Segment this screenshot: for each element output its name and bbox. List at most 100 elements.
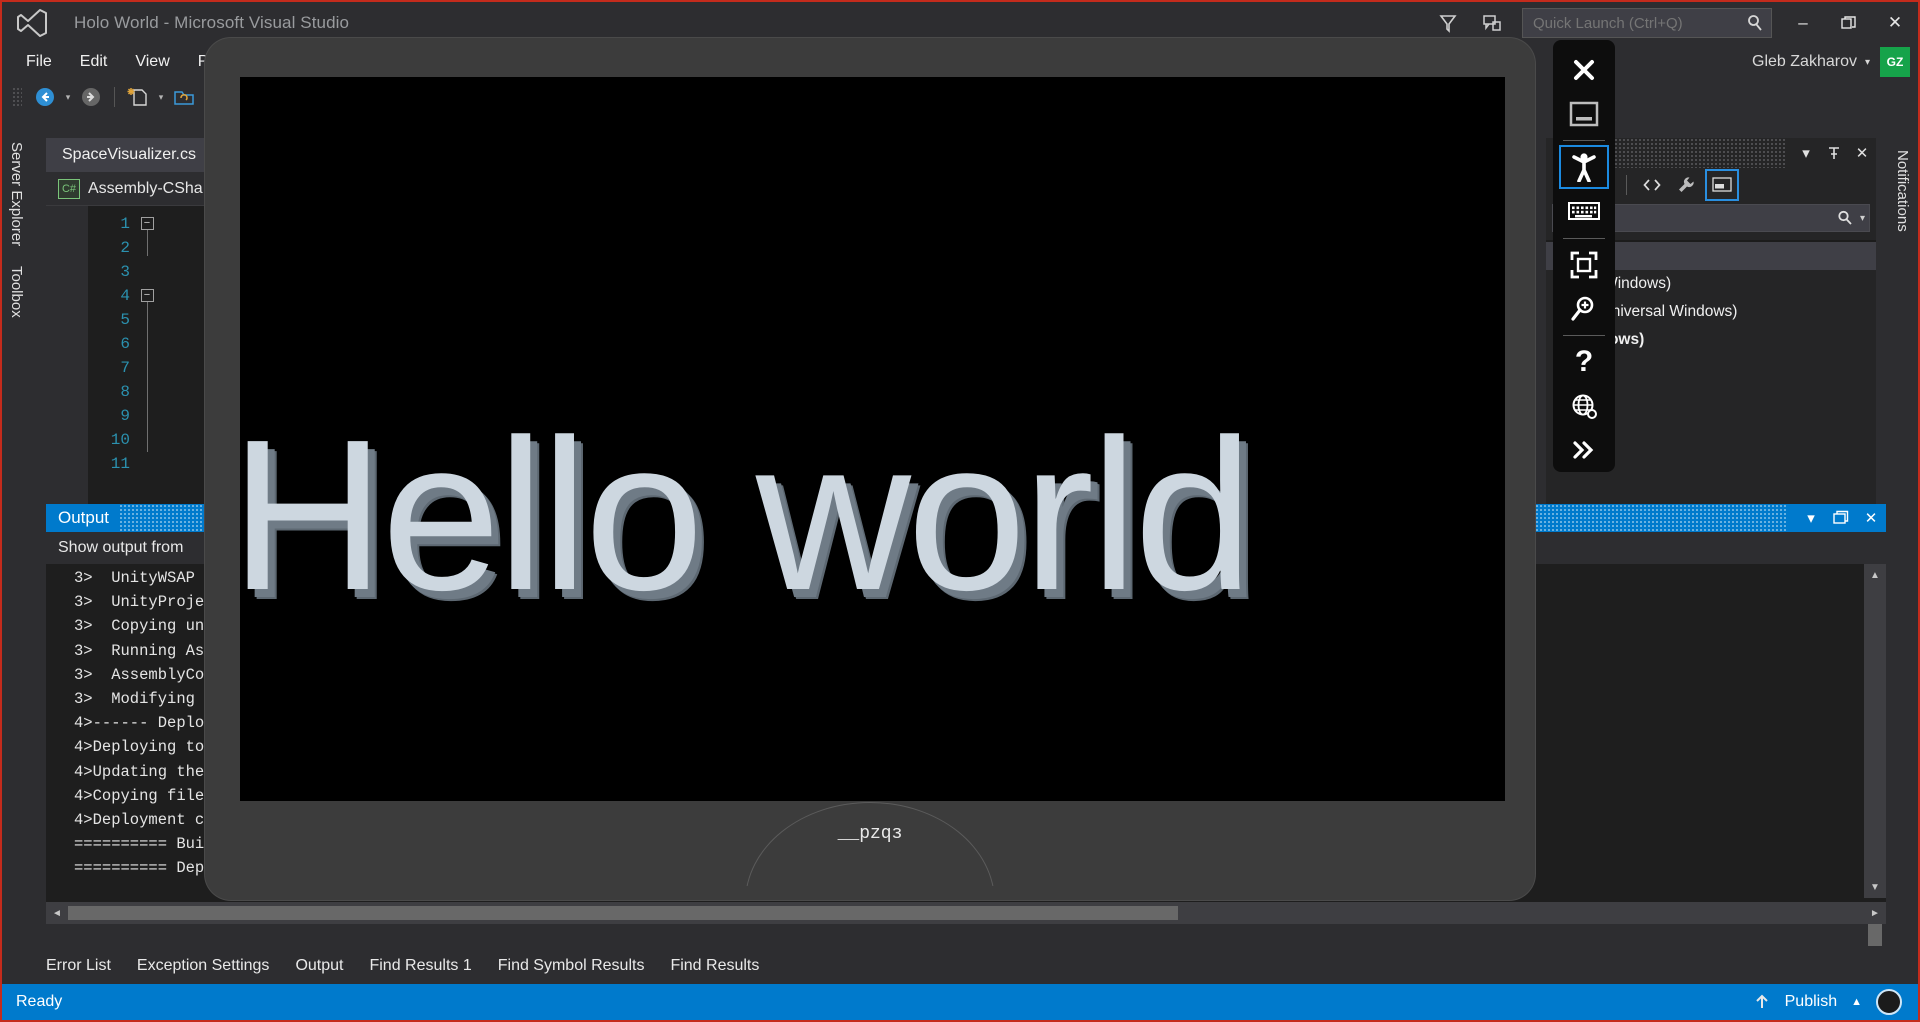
fullscreen-icon[interactable] <box>1559 243 1609 287</box>
more-chevrons-icon[interactable] <box>1559 428 1609 472</box>
publish-label[interactable]: Publish <box>1785 993 1837 1011</box>
toolbar-grip[interactable] <box>12 87 22 107</box>
editor-indicator-margin <box>46 206 88 504</box>
back-dropdown-caret[interactable]: ▾ <box>60 83 76 111</box>
tab-find-results[interactable]: Find Results <box>670 957 759 975</box>
document-tab-spacevisualizer[interactable]: SpaceVisualizer.cs <box>46 138 212 172</box>
status-bar: Ready Publish ▲ <box>2 984 1918 1020</box>
line-number: 4 <box>88 284 136 308</box>
minimize-window-icon[interactable] <box>1559 92 1609 136</box>
bottom-tab-strip: Error List Exception Settings Output Fin… <box>2 948 1918 984</box>
line-number-gutter: 1 2 3 4 5 6 7 8 9 10 11 <box>88 206 136 504</box>
publish-caret-icon[interactable]: ▲ <box>1851 996 1862 1008</box>
arrow-up-icon <box>1753 993 1771 1011</box>
view-code-icon[interactable] <box>1637 171 1667 199</box>
navigate-forward-icon[interactable] <box>76 83 106 111</box>
right-tool-rail: Notifications <box>1890 142 1916 240</box>
pin-icon[interactable] <box>1820 138 1848 168</box>
window-title: Holo World - Microsoft Visual Studio <box>74 13 349 33</box>
status-indicator-circle[interactable] <box>1876 989 1902 1015</box>
new-item-icon[interactable] <box>123 83 153 111</box>
divider <box>1563 335 1605 336</box>
chevron-down-icon[interactable]: ▾ <box>1796 504 1826 532</box>
output-horizontal-scrollbar[interactable]: ◄ ► <box>46 902 1886 924</box>
status-text: Ready <box>16 993 62 1011</box>
emulator-hello-world-text: Hello world <box>230 407 1535 622</box>
magnifier-icon[interactable] <box>1836 209 1854 227</box>
scroll-right-arrow-icon[interactable]: ► <box>1864 902 1886 924</box>
search-options-caret[interactable]: ▾ <box>1860 213 1865 224</box>
scrollbar-track[interactable] <box>68 902 1864 924</box>
sidebar-item-toolbox[interactable]: Toolbox <box>4 256 29 328</box>
preview-selected-items-icon[interactable] <box>1705 169 1739 201</box>
line-number: 8 <box>88 380 136 404</box>
globe-settings-icon[interactable] <box>1559 384 1609 428</box>
chevron-down-icon[interactable]: ▾ <box>1865 57 1870 68</box>
hololens-emulator-window[interactable]: Hello world __pzqз <box>205 38 1535 900</box>
accessibility-overlay-toolbar: ? <box>1553 40 1615 472</box>
properties-wrench-icon[interactable] <box>1671 171 1701 199</box>
status-bar-right: Publish ▲ <box>1753 989 1908 1015</box>
sidebar-item-notifications[interactable]: Notifications <box>1890 142 1915 240</box>
visual-studio-logo-icon <box>12 3 52 43</box>
left-tool-rail: Server Explorer Toolbox <box>4 132 30 492</box>
toolbar-separator <box>114 87 115 107</box>
emulator-arc-shape <box>745 802 995 886</box>
accessibility-person-icon[interactable] <box>1559 145 1609 189</box>
scroll-left-arrow-icon[interactable]: ◄ <box>46 902 68 924</box>
close-icon[interactable]: ✕ <box>1856 504 1886 532</box>
restore-button[interactable] <box>1826 2 1872 44</box>
tab-output[interactable]: Output <box>295 957 343 975</box>
line-number: 10 <box>88 428 136 452</box>
tab-find-results-1[interactable]: Find Results 1 <box>369 957 471 975</box>
line-number: 5 <box>88 308 136 332</box>
divider <box>1563 140 1605 141</box>
quick-launch-box[interactable] <box>1522 8 1772 38</box>
emulator-device-label: __pzqз <box>838 824 903 844</box>
magnifier-icon <box>1745 13 1765 33</box>
fold-toggle-icon[interactable]: − <box>141 217 154 230</box>
line-number: 11 <box>88 452 136 476</box>
close-icon[interactable] <box>1559 48 1609 92</box>
sidebar-item-server-explorer[interactable]: Server Explorer <box>4 132 29 256</box>
dock-window-icon[interactable] <box>1826 504 1856 532</box>
account-name[interactable]: Gleb Zakharov <box>1752 53 1857 71</box>
on-screen-keyboard-icon[interactable] <box>1559 189 1609 233</box>
output-panel-title: Output <box>58 508 109 528</box>
minimize-button[interactable]: – <box>1780 2 1826 44</box>
code-folding-column[interactable]: − − <box>136 206 158 504</box>
tab-exception-settings[interactable]: Exception Settings <box>137 957 270 975</box>
scroll-down-arrow-icon[interactable]: ▼ <box>1864 876 1886 898</box>
account-area: Gleb Zakharov ▾ GZ <box>1752 47 1918 77</box>
tab-find-symbol-results[interactable]: Find Symbol Results <box>498 957 645 975</box>
line-number: 1 <box>88 212 136 236</box>
help-question-icon[interactable]: ? <box>1559 340 1609 384</box>
open-file-icon[interactable] <box>169 83 199 111</box>
menu-item-view[interactable]: View <box>121 49 183 75</box>
fold-toggle-icon[interactable]: − <box>141 289 154 302</box>
close-button[interactable]: ✕ <box>1872 2 1918 44</box>
line-number: 7 <box>88 356 136 380</box>
scrollbar-thumb[interactable] <box>68 906 1178 920</box>
new-item-dropdown-caret[interactable]: ▾ <box>153 83 169 111</box>
line-number: 6 <box>88 332 136 356</box>
tab-error-list[interactable]: Error List <box>46 957 111 975</box>
line-number: 3 <box>88 260 136 284</box>
csharp-badge-icon: C# <box>58 179 80 199</box>
close-icon[interactable]: ✕ <box>1848 138 1876 168</box>
emulator-device-base: __pzqз <box>660 786 1080 886</box>
quick-launch-input[interactable] <box>1533 15 1745 32</box>
scroll-up-arrow-icon[interactable]: ▲ <box>1864 564 1886 586</box>
menu-item-edit[interactable]: Edit <box>66 49 122 75</box>
chevron-down-icon[interactable]: ▾ <box>1792 138 1820 168</box>
magnifier-zoom-icon[interactable] <box>1559 287 1609 331</box>
menu-item-file[interactable]: File <box>12 49 66 75</box>
line-number: 2 <box>88 236 136 260</box>
navigation-project-name[interactable]: Assembly-CSha <box>88 180 203 198</box>
output-vertical-scrollbar[interactable]: ▲ ▼ <box>1864 564 1886 898</box>
emulator-screen[interactable]: Hello world <box>240 77 1505 801</box>
navigate-back-icon[interactable] <box>30 83 60 111</box>
avatar[interactable]: GZ <box>1880 47 1910 77</box>
show-output-from-label: Show output from <box>58 539 183 557</box>
line-number: 9 <box>88 404 136 428</box>
